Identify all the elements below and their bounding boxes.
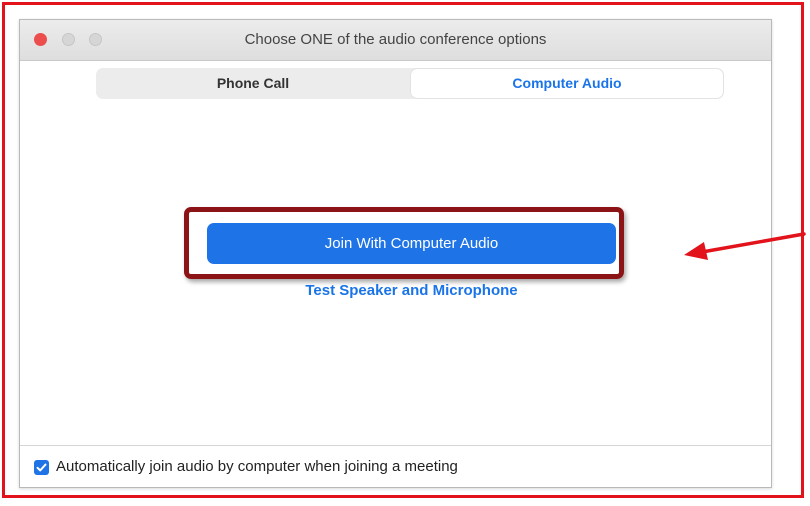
checkmark-icon [36, 463, 47, 472]
arrow-left-icon [684, 232, 806, 260]
audio-mode-tabs: Phone Call Computer Audio [96, 68, 724, 99]
join-computer-audio-button[interactable]: Join With Computer Audio [207, 223, 616, 264]
tab-computer-audio[interactable]: Computer Audio [411, 69, 723, 98]
screenshot-page: Choose ONE of the audio conference optio… [0, 0, 810, 506]
footer-bar: Automatically join audio by computer whe… [20, 445, 771, 487]
window-title: Choose ONE of the audio conference optio… [244, 31, 547, 48]
test-speaker-microphone-link[interactable]: Test Speaker and Microphone [207, 282, 616, 299]
titlebar: Choose ONE of the audio conference optio… [20, 20, 771, 61]
tab-phone-call[interactable]: Phone Call [96, 68, 410, 99]
auto-join-checkbox[interactable] [34, 460, 49, 475]
audio-options-dialog: Choose ONE of the audio conference optio… [19, 19, 772, 488]
auto-join-label: Automatically join audio by computer whe… [56, 458, 458, 475]
